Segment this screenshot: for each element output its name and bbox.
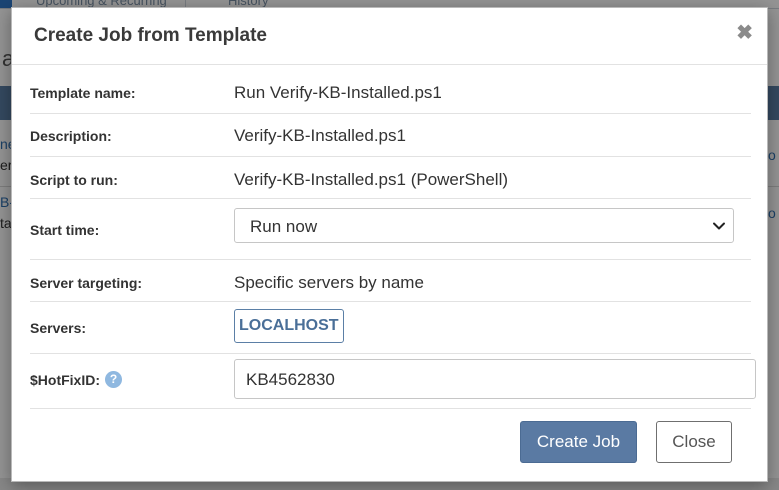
template-name-row: Template name: Run Verify-KB-Installed.p… [30,65,751,114]
create-job-dialog: Create Job from Template ✖ Template name… [11,7,768,482]
create-job-button[interactable]: Create Job [520,421,637,463]
server-targeting-value: Specific servers by name [234,273,424,292]
description-label: Description: [30,128,112,144]
description-value: Verify-KB-Installed.ps1 [234,126,406,145]
description-row: Description: Verify-KB-Installed.ps1 [30,113,751,157]
help-icon[interactable]: ? [105,371,122,389]
servers-row: Servers: LOCALHOST [30,301,751,354]
server-targeting-row: Server targeting: Specific servers by na… [30,259,751,302]
script-to-run-value: Verify-KB-Installed.ps1 (PowerShell) [234,170,509,189]
chevron-down-icon [713,222,725,230]
hotfix-id-input[interactable]: KB4562830 [234,359,756,399]
close-button[interactable]: Close [656,421,732,463]
dialog-header: Create Job from Template ✖ [12,8,767,65]
server-targeting-label: Server targeting: [30,275,143,291]
server-tag-localhost[interactable]: LOCALHOST [234,309,344,343]
hotfix-id-input-value: KB4562830 [246,370,335,389]
start-time-selected-value: Run now [250,217,318,236]
servers-label: Servers: [30,320,87,336]
template-name-label: Template name: [30,85,136,101]
template-name-value: Run Verify-KB-Installed.ps1 [234,83,442,102]
hotfix-id-label: $HotFixID: [30,372,100,388]
start-time-label: Start time: [30,222,100,238]
close-icon[interactable]: ✖ [736,23,753,43]
script-to-run-label: Script to run: [30,172,118,188]
dialog-title: Create Job from Template [34,25,267,46]
script-to-run-row: Script to run: Verify-KB-Installed.ps1 (… [30,156,751,199]
start-time-row: Start time: Run now [30,198,751,260]
hotfix-id-label-wrap: $HotFixID:? [30,371,122,389]
hotfix-id-row: $HotFixID:? KB4562830 [30,353,756,409]
start-time-select[interactable]: Run now [234,208,734,243]
